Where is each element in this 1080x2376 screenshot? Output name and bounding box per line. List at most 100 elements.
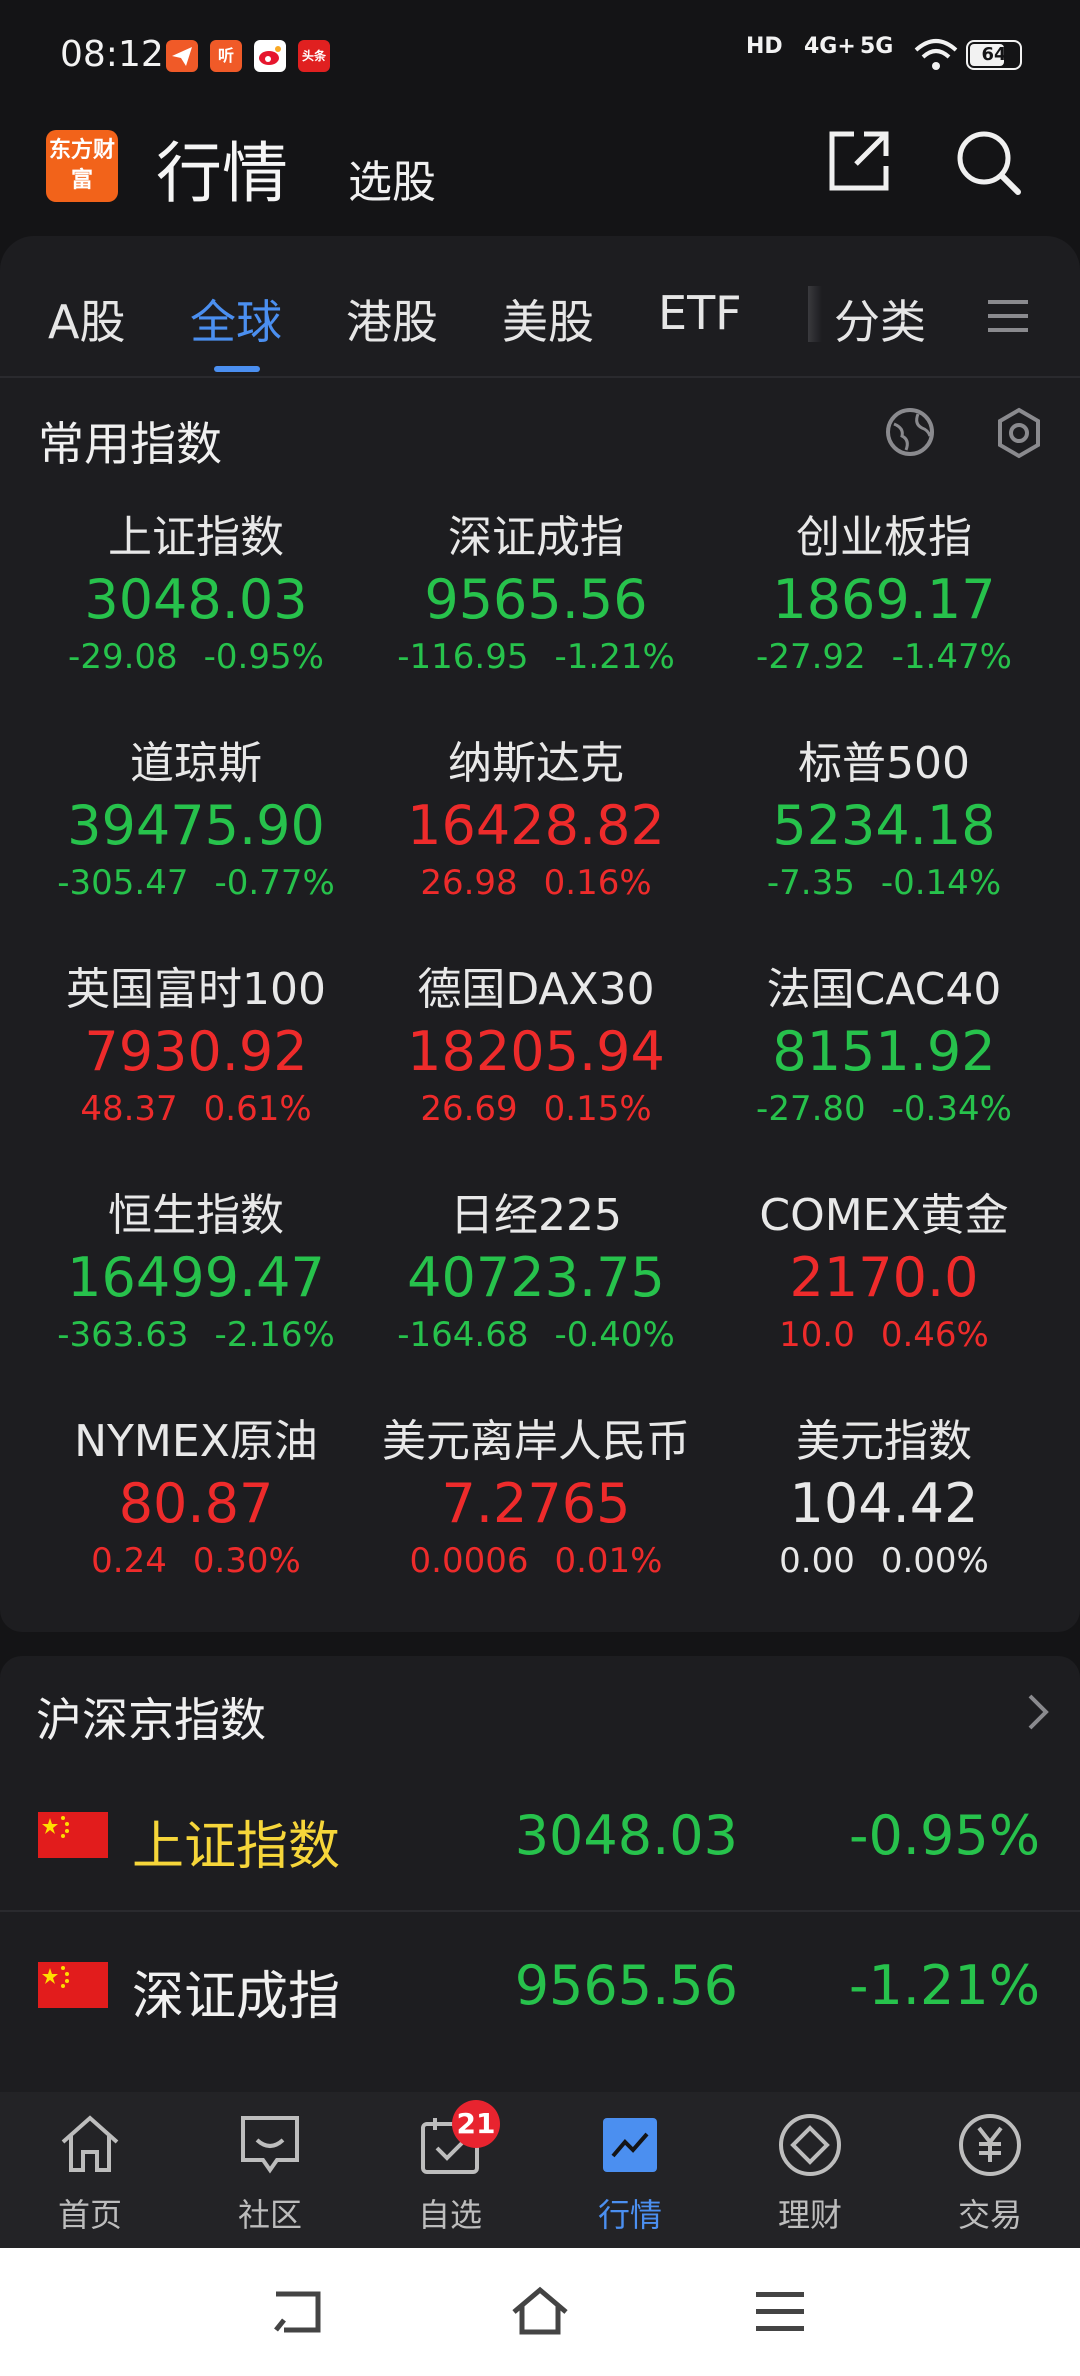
index-change: -164.68 — [397, 1315, 529, 1355]
watchlist-badge: 21 — [452, 2100, 500, 2148]
index-change-pct: -0.95% — [848, 1804, 1040, 1867]
page-title: 行情 — [156, 135, 288, 212]
index-card[interactable]: 上证指数 3048.03 -29.08 -0.95% — [26, 508, 366, 682]
index-change: -363.63 — [57, 1315, 189, 1355]
index-change-pct: -0.34% — [891, 1089, 1012, 1129]
recents-icon[interactable] — [756, 2290, 804, 2334]
index-card[interactable]: 法国CAC40 8151.92 -27.80 -0.34% — [714, 960, 1054, 1134]
index-name: 上证指数 — [108, 512, 284, 563]
tab-scroll-fade — [808, 286, 822, 342]
index-row[interactable]: 深证成指 9565.56 -1.21% — [0, 1912, 1080, 2060]
index-card[interactable]: 美元指数 104.42 0.00 0.00% — [714, 1412, 1054, 1586]
china-flag-icon — [38, 1812, 108, 1858]
index-name: 恒生指数 — [108, 1190, 284, 1241]
index-change: 0.00 — [779, 1541, 855, 1581]
active-tab-indicator — [214, 366, 260, 372]
index-change-pct: 0.00% — [880, 1541, 989, 1581]
chevron-right-icon[interactable] — [1024, 1692, 1054, 1732]
index-price: 16428.82 — [407, 794, 665, 857]
index-name: 法国CAC40 — [766, 964, 1002, 1015]
index-price: 40723.75 — [407, 1246, 665, 1309]
index-change: 26.69 — [420, 1089, 518, 1129]
tab-a-shares[interactable]: A股 — [48, 286, 125, 352]
app-logo[interactable]: 东方财富 — [46, 130, 118, 202]
index-card[interactable]: 恒生指数 16499.47 -363.63 -2.16% — [26, 1186, 366, 1360]
index-card[interactable]: COMEX黄金 2170.0 10.0 0.46% — [714, 1186, 1054, 1360]
nav-market[interactable]: 行情 — [540, 2092, 720, 2248]
index-card[interactable]: 英国富时100 7930.92 48.37 0.61% — [26, 960, 366, 1134]
tab-us-shares[interactable]: 美股 — [502, 286, 594, 352]
index-card[interactable]: 日经225 40723.75 -164.68 -0.40% — [366, 1186, 706, 1360]
index-change: -27.80 — [756, 1089, 866, 1129]
listen-icon: 听 — [210, 40, 242, 72]
index-name: 道琼斯 — [130, 738, 262, 789]
index-card[interactable]: 深证成指 9565.56 -116.95 -1.21% — [366, 508, 706, 682]
index-change-pct: -0.95% — [203, 637, 324, 677]
nav-trade[interactable]: 交易 — [900, 2092, 1080, 2248]
tab-category[interactable]: 分类 — [834, 286, 926, 352]
wealth-icon — [777, 2112, 843, 2178]
hs-index-panel: 沪深京指数 上证指数 3048.03 -0.95% 深证成指 9565.56 -… — [0, 1656, 1080, 2096]
index-card[interactable]: NYMEX原油 80.87 0.24 0.30% — [26, 1412, 366, 1586]
nav-label: 理财 — [777, 2196, 842, 2234]
battery-level: 64 — [981, 44, 1007, 65]
tab-hk-shares[interactable]: 港股 — [346, 286, 438, 352]
index-card[interactable]: 道琼斯 39475.90 -305.47 -0.77% — [26, 734, 366, 908]
index-price: 9565.56 — [424, 568, 648, 631]
index-card[interactable]: 纳斯达克 16428.82 26.98 0.16% — [366, 734, 706, 908]
tab-etf[interactable]: ETF — [658, 286, 742, 340]
community-icon — [237, 2112, 303, 2178]
globe-icon[interactable] — [884, 406, 936, 458]
index-card[interactable]: 标普500 5234.18 -7.35 -0.14% — [714, 734, 1054, 908]
china-flag-icon — [38, 1962, 108, 2008]
index-price: 8151.92 — [772, 1020, 996, 1083]
index-change: -7.35 — [766, 863, 855, 903]
index-row[interactable]: 上证指数 3048.03 -0.95% — [0, 1762, 1080, 1910]
index-price: 16499.47 — [67, 1246, 325, 1309]
wifi-icon — [914, 38, 958, 76]
back-icon[interactable] — [270, 2288, 326, 2336]
weibo-icon — [254, 40, 286, 72]
status-bar: 08:12 听 头条 HD 4G+ 5G 64 — [0, 0, 1080, 116]
share-icon[interactable] — [826, 128, 892, 194]
index-change-pct: 0.30% — [192, 1541, 301, 1581]
stock-picker-link[interactable]: 选股 — [348, 146, 436, 210]
index-name: 纳斯达克 — [448, 738, 624, 789]
index-card[interactable]: 创业板指 1869.17 -27.92 -1.47% — [714, 508, 1054, 682]
index-change-pct: -0.14% — [880, 863, 1002, 903]
index-name: NYMEX原油 — [74, 1416, 318, 1467]
nav-wealth[interactable]: 理财 — [720, 2092, 900, 2248]
system-nav-bar — [0, 2248, 1080, 2376]
index-name: 深证成指 — [132, 1967, 341, 2027]
market-icon — [597, 2112, 663, 2178]
index-card[interactable]: 美元离岸人民币 7.2765 0.0006 0.01% — [366, 1412, 706, 1586]
index-name: 深证成指 — [448, 512, 624, 563]
index-name: 日经225 — [450, 1190, 622, 1241]
nav-watchlist[interactable]: 自选 — [360, 2092, 540, 2248]
index-name: 德国DAX30 — [417, 964, 655, 1015]
menu-icon[interactable] — [988, 298, 1028, 334]
home-nav-icon[interactable] — [510, 2286, 570, 2338]
tab-global[interactable]: 全球 — [190, 286, 282, 352]
index-change-pct: -1.21% — [554, 637, 675, 677]
index-change: -116.95 — [397, 637, 529, 677]
index-price: 3048.03 — [514, 1804, 738, 1867]
index-name: 上证指数 — [132, 1817, 341, 1877]
index-card[interactable]: 德国DAX30 18205.94 26.69 0.15% — [366, 960, 706, 1134]
index-name: 美元指数 — [796, 1416, 972, 1467]
search-icon[interactable] — [954, 128, 1024, 198]
index-change-pct: -0.40% — [554, 1315, 675, 1355]
index-change: 0.0006 — [409, 1541, 529, 1581]
index-name: 创业板指 — [796, 512, 972, 563]
nav-home[interactable]: 首页 — [0, 2092, 180, 2248]
trade-icon — [957, 2112, 1023, 2178]
index-change-pct: 0.16% — [543, 863, 652, 903]
settings-icon[interactable] — [992, 406, 1046, 460]
index-change-pct: 0.01% — [554, 1541, 663, 1581]
net-5g-indicator: 5G — [860, 34, 894, 59]
index-change: 26.98 — [420, 863, 518, 903]
index-name: 美元离岸人民币 — [382, 1416, 690, 1467]
index-name: 英国富时100 — [66, 964, 326, 1015]
nav-community[interactable]: 社区 — [180, 2092, 360, 2248]
index-price: 104.42 — [789, 1472, 979, 1535]
